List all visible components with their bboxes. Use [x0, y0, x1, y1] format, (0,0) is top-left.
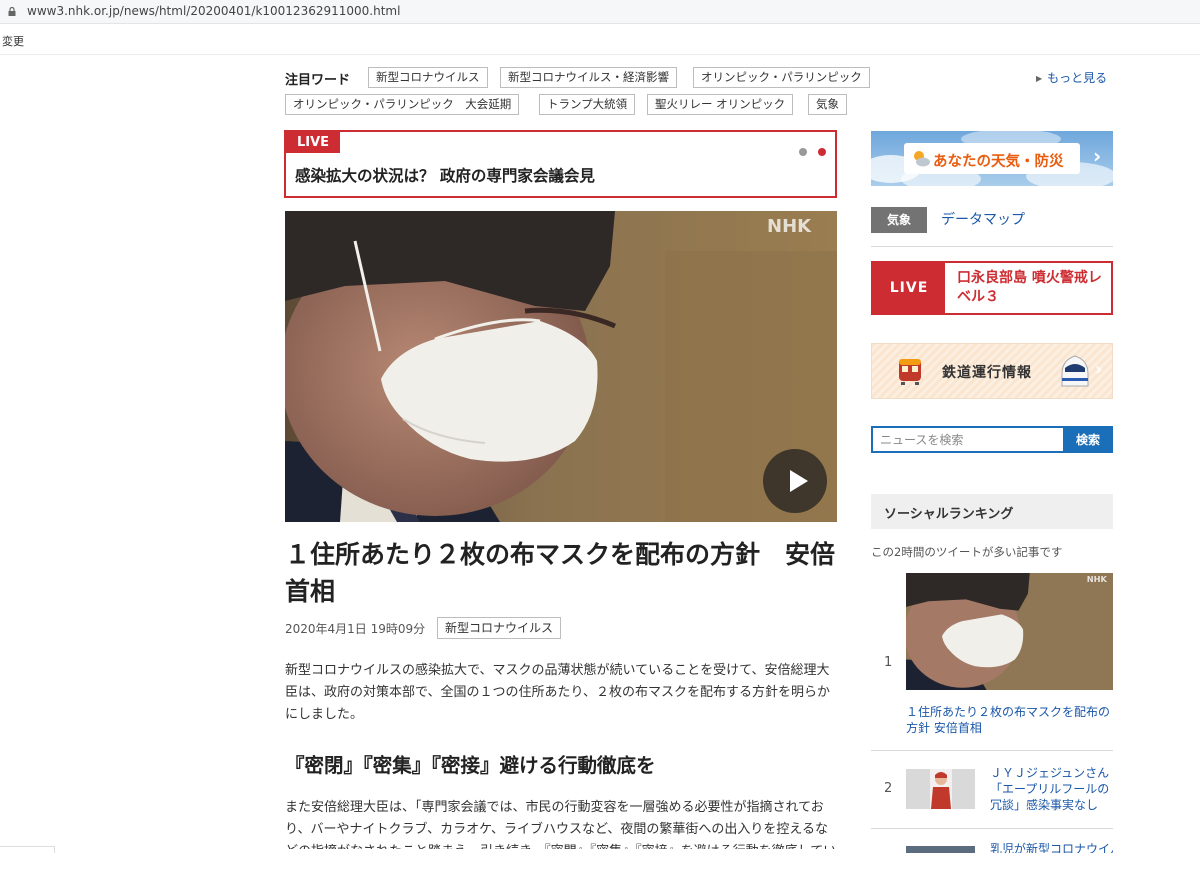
- keywords-label: 注目ワード: [285, 73, 351, 88]
- carousel-dot-active[interactable]: [818, 148, 826, 156]
- thumbnail-image: [906, 769, 975, 809]
- rank-thumbnail[interactable]: [906, 769, 975, 809]
- play-button[interactable]: [763, 449, 827, 513]
- bullet-train-icon: [1061, 355, 1089, 387]
- keyword-chip[interactable]: 気象: [808, 94, 847, 115]
- keyword-chip[interactable]: 新型コロナウイルス・経済影響: [500, 67, 677, 88]
- rank-number: 1: [884, 655, 893, 670]
- triangle-right-icon: ▶: [1036, 74, 1043, 83]
- thumbnail-image: NHK: [906, 573, 1113, 690]
- ranking-header: ソーシャルランキング: [871, 494, 1113, 529]
- url-text: www3.nhk.or.jp/news/html/20200401/k10012…: [27, 4, 401, 18]
- search-button[interactable]: 検索: [1063, 426, 1113, 453]
- train-icon: [899, 359, 921, 385]
- chevron-right-icon: ›: [1095, 359, 1103, 380]
- address-bar[interactable]: www3.nhk.or.jp/news/html/20200401/k10012…: [0, 0, 1200, 24]
- keyword-chip[interactable]: トランプ大統領: [539, 94, 636, 115]
- divider: [871, 828, 1113, 829]
- chevron-right-icon: ›: [1093, 144, 1102, 168]
- nhk-watermark: NHK: [767, 216, 812, 237]
- article-subheading: 『密閉』『密集』『密接』避ける行動徹底を: [285, 754, 656, 777]
- live-tag: LIVE: [286, 132, 340, 153]
- rank-item-link[interactable]: ＪＹＪジェジュンさん「エープリルフールの冗談」感染事実なし: [990, 765, 1113, 813]
- article-lead: 新型コロナウイルスの感染拡大で、マスクの品薄状態が続いていることを受けて、安倍総…: [285, 663, 830, 722]
- carousel-dot[interactable]: [799, 148, 807, 156]
- nhk-watermark: NHK: [1087, 574, 1108, 584]
- article-tag[interactable]: 新型コロナウイルス: [437, 617, 562, 639]
- sidebar-live-text: 口永良部島 噴火警戒レベル３: [957, 270, 1102, 305]
- hero-video[interactable]: NHK: [285, 211, 837, 522]
- sun-cloud-icon: [914, 151, 930, 167]
- rank-thumbnail[interactable]: NHK: [906, 573, 1113, 690]
- rail-info-banner[interactable]: 鉄道運行情報 ›: [871, 343, 1113, 399]
- keyword-chip[interactable]: 新型コロナウイルス: [368, 67, 488, 88]
- rank-number: 2: [884, 781, 893, 796]
- sidebar-live-banner[interactable]: LIVE 口永良部島 噴火警戒レベル３: [871, 261, 1113, 315]
- viewport-bottom: [0, 853, 1200, 883]
- divider: [871, 246, 1113, 247]
- keyword-chip[interactable]: オリンピック・パラリンピック 大会延期: [285, 94, 520, 115]
- rank-item-link[interactable]: 乳児が新型コロナウイルス: [990, 841, 1113, 853]
- news-search-input[interactable]: [871, 426, 1063, 453]
- kisho-badge[interactable]: 気象: [871, 207, 927, 233]
- article-body: また安倍総理大臣は、「専門家会議では、市民の行動変容を一層強める必要性が指摘され…: [285, 800, 836, 849]
- divider: [871, 750, 1113, 751]
- keyword-chip[interactable]: オリンピック・パラリンピック: [693, 67, 870, 88]
- live-tag: LIVE: [873, 263, 945, 313]
- side-note: 変更: [2, 35, 24, 48]
- more-keywords-link[interactable]: ▶ もっと見る: [1036, 69, 1107, 86]
- live-headline: 感染拡大の状況は？ 政府の専門家会議会見: [295, 167, 595, 185]
- article-date: 2020年4月1日 19時09分: [285, 622, 426, 636]
- datamap-link[interactable]: データマップ: [941, 209, 1025, 229]
- article-title: １住所あたり２枚の布マスクを配布の方針 安倍首相: [285, 540, 836, 606]
- divider: [0, 54, 1200, 55]
- carousel-dots: [788, 141, 826, 160]
- lock-icon: [8, 7, 16, 16]
- hero-image: NHK: [285, 211, 837, 522]
- ranking-subtitle: この2時間のツイートが多い記事です: [871, 545, 1063, 559]
- weather-label: あなたの天気・防災: [933, 154, 1064, 170]
- rail-info-label: 鉄道運行情報: [942, 365, 1032, 381]
- weather-banner[interactable]: あなたの天気・防災 ›: [871, 131, 1113, 186]
- rank-item-link[interactable]: １住所あたり２枚の布マスクを配布の方針 安倍首相: [906, 704, 1113, 736]
- live-banner[interactable]: LIVE 感染拡大の状況は？ 政府の専門家会議会見: [284, 130, 837, 198]
- keyword-chip[interactable]: 聖火リレー オリンピック: [647, 94, 794, 115]
- ranking-title: ソーシャルランキング: [884, 507, 1014, 522]
